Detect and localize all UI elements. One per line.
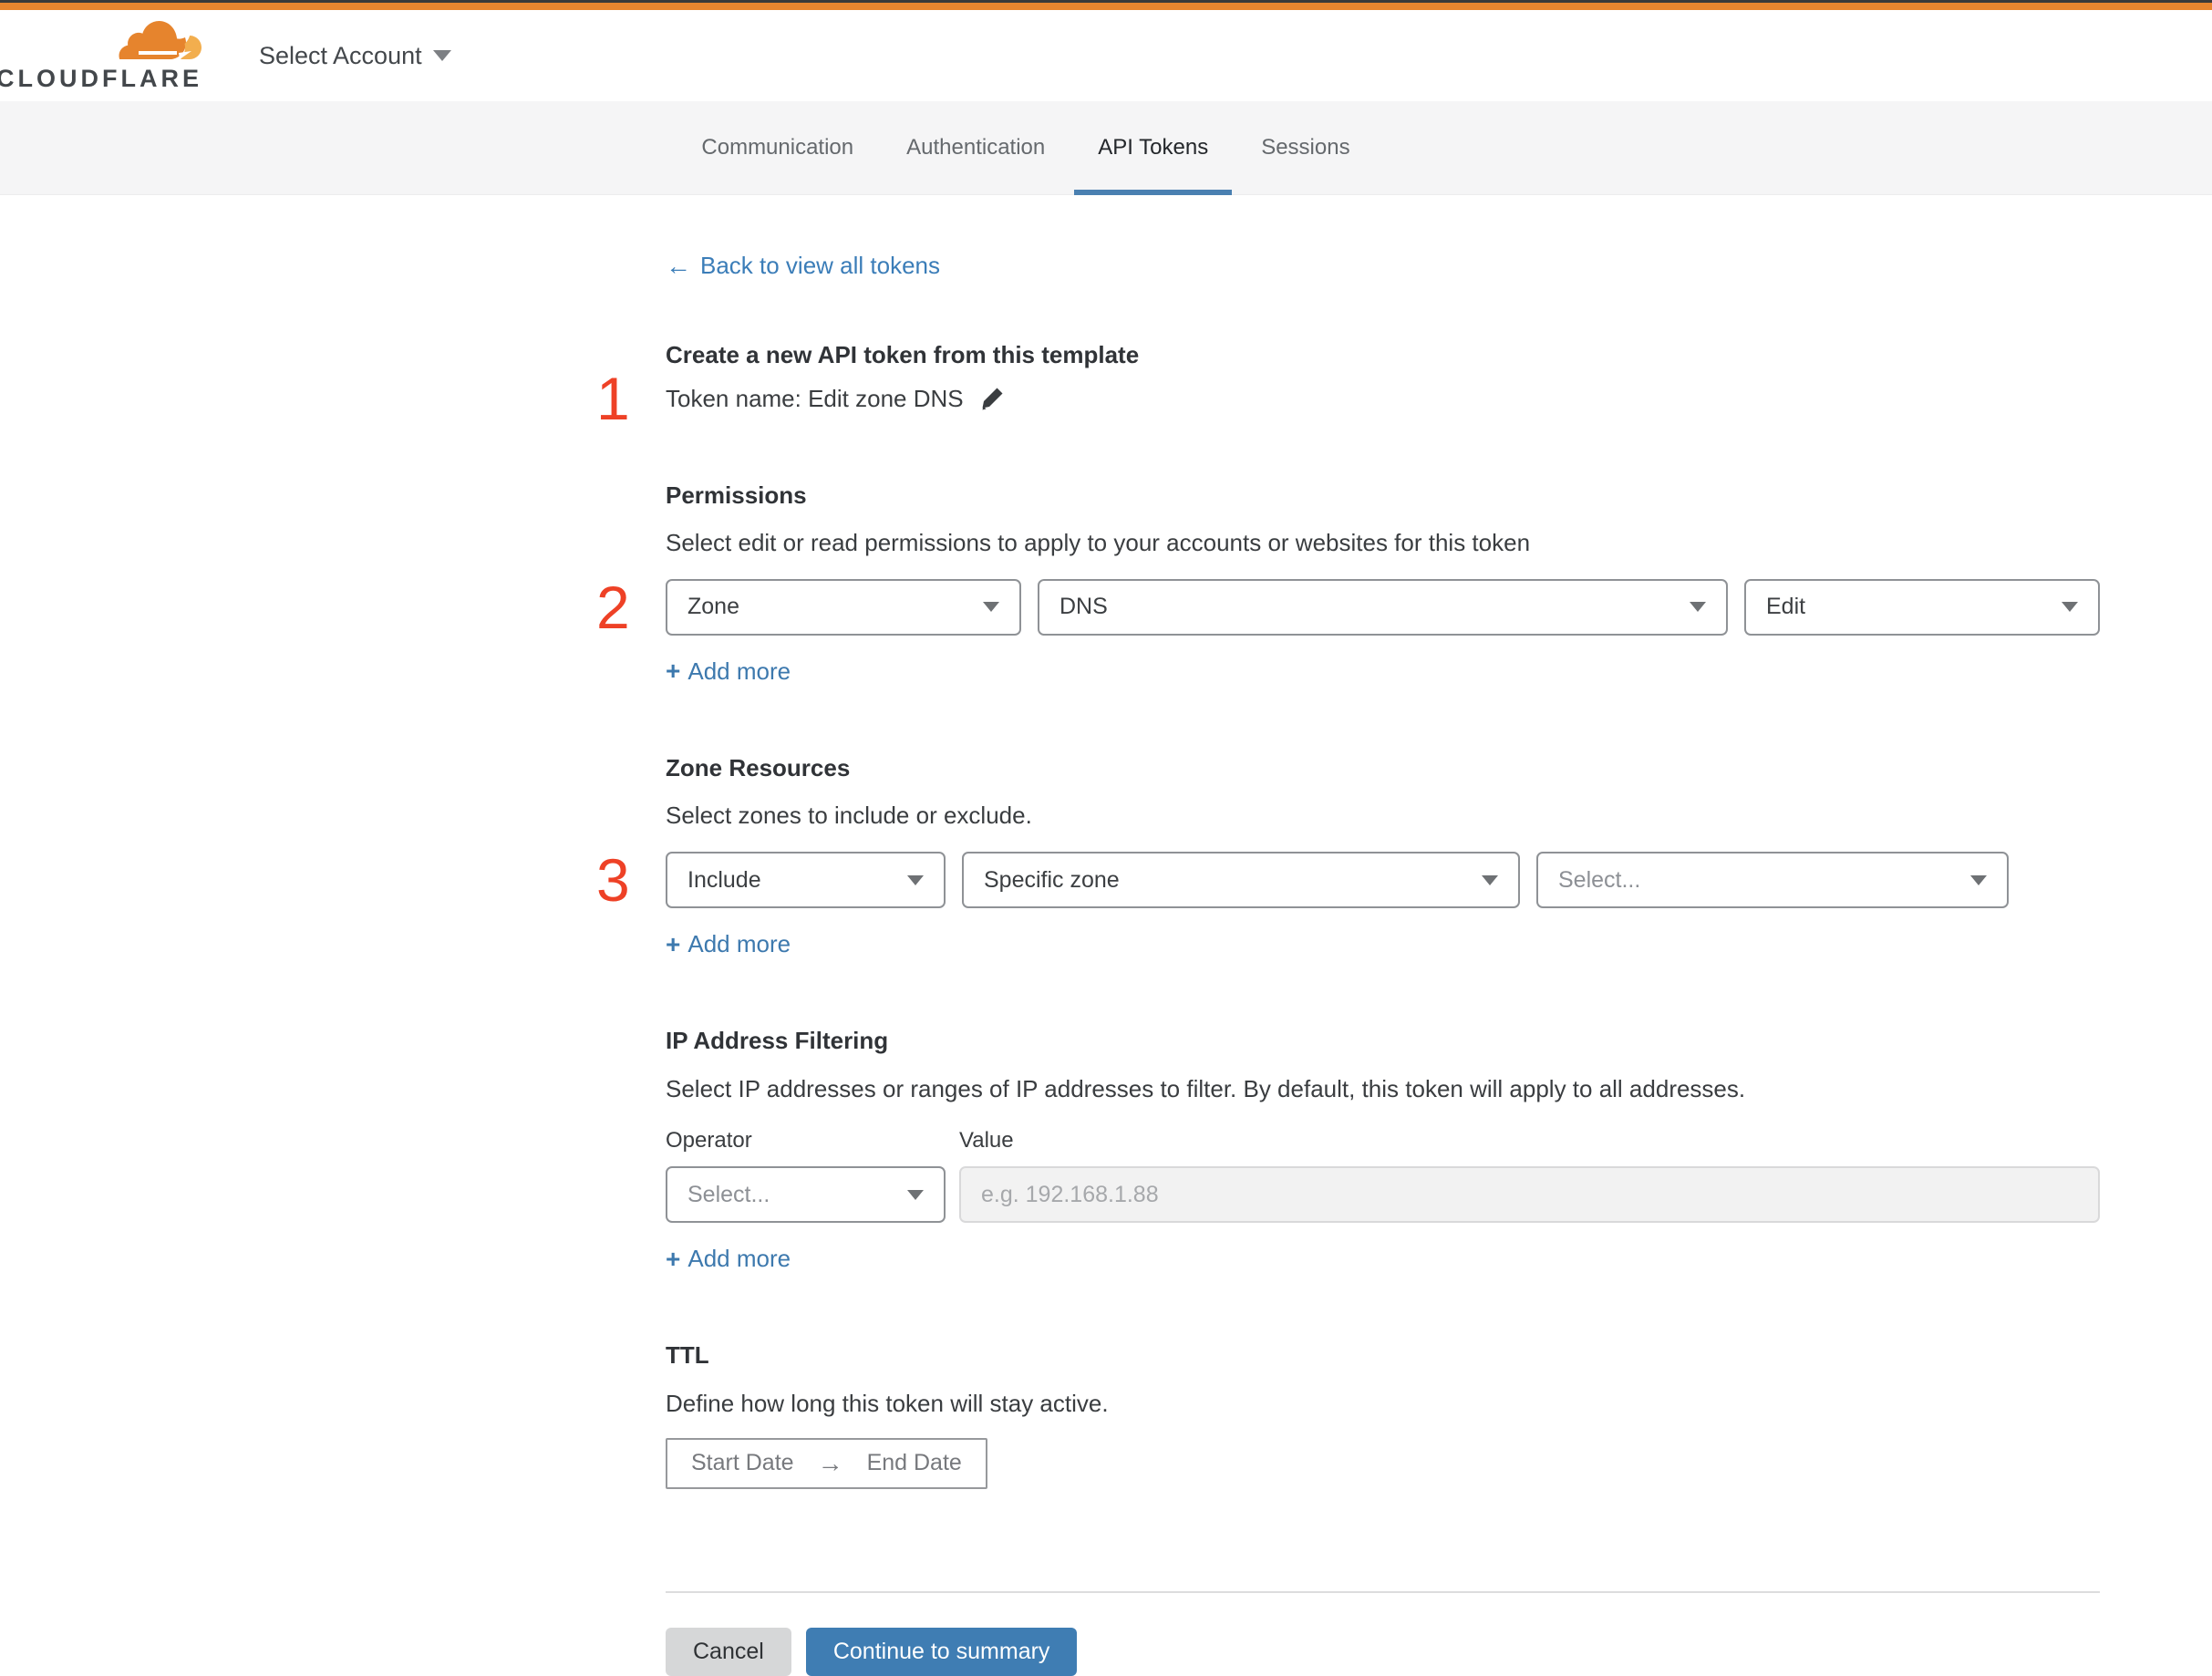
account-selector[interactable]: Select Account — [259, 42, 451, 70]
token-name-section: Create a new API token from this templat… — [596, 340, 2100, 429]
permission-level-dropdown[interactable]: Edit — [1744, 578, 2100, 636]
tab-authentication[interactable]: Authentication — [906, 101, 1045, 195]
cancel-button[interactable]: Cancel — [666, 1627, 791, 1676]
zone-include-dropdown[interactable]: Include — [666, 852, 946, 909]
zone-resources-description: Select zones to include or exclude. — [666, 802, 1032, 830]
ip-operator-dropdown[interactable]: Select... — [666, 1166, 946, 1224]
chevron-down-icon — [1970, 874, 1987, 885]
brand-orange-bar — [0, 3, 2212, 10]
zone-select-dropdown[interactable]: Select... — [1536, 852, 2009, 909]
chevron-down-icon — [1482, 874, 1498, 885]
cloudflare-cloud-icon — [119, 20, 202, 59]
token-name-row: 1 Token name: Edit zone DNS — [596, 368, 2100, 429]
permissions-description: Select edit or read permissions to apply… — [666, 529, 1531, 556]
end-date-label: End Date — [866, 1450, 962, 1476]
footer-actions: Cancel Continue to summary — [666, 1627, 2100, 1676]
arrow-right-icon: → — [817, 1448, 843, 1477]
value-label: Value — [959, 1128, 1014, 1154]
plus-icon: + — [666, 1244, 681, 1273]
back-arrow-icon: ← — [666, 251, 691, 280]
ip-filtering-add-more-link[interactable]: + Add more — [666, 1245, 791, 1273]
ip-filtering-section: IP Address Filtering Select IP addresses… — [666, 1026, 2100, 1273]
permissions-row: 2 Zone DNS Edit — [596, 577, 2100, 637]
plus-icon: + — [666, 929, 681, 958]
step-number-2: 2 — [596, 573, 630, 641]
ttl-description: Define how long this token will stay act… — [666, 1389, 1109, 1417]
ttl-heading: TTL — [666, 1341, 709, 1370]
chevron-down-icon — [907, 1189, 924, 1200]
zone-resources-row: 3 Include Specific zone Select... — [596, 850, 2100, 910]
ip-filtering-heading: IP Address Filtering — [666, 1027, 889, 1055]
create-token-heading: Create a new API token from this templat… — [666, 341, 1140, 368]
main-content: ← Back to view all tokens Create a new A… — [596, 195, 2100, 1676]
profile-tabbar: Communication Authentication API Tokens … — [0, 101, 2212, 195]
zone-resources-add-more-link[interactable]: + Add more — [666, 930, 791, 958]
ttl-section: TTL Define how long this token will stay… — [666, 1340, 2100, 1489]
zone-resources-heading: Zone Resources — [666, 753, 851, 781]
chevron-down-icon — [1690, 602, 1706, 613]
permissions-heading: Permissions — [666, 481, 807, 509]
chevron-down-icon — [2062, 602, 2078, 613]
permissions-add-more-link[interactable]: + Add more — [666, 657, 791, 686]
footer-divider — [666, 1590, 2100, 1593]
step-number-3: 3 — [596, 846, 630, 915]
account-selector-label: Select Account — [259, 41, 422, 69]
back-link-label: Back to view all tokens — [700, 252, 941, 279]
chevron-down-icon — [983, 602, 999, 613]
step-number-1: 1 — [596, 365, 630, 432]
operator-label: Operator — [666, 1128, 752, 1154]
ip-filtering-description: Select IP addresses or ranges of IP addr… — [666, 1074, 1746, 1102]
cloudflare-wordmark: CLOUDFLARE — [0, 64, 202, 92]
ip-value-input[interactable] — [959, 1166, 2100, 1224]
tab-sessions[interactable]: Sessions — [1261, 101, 1349, 195]
zone-resources-section: Zone Resources Select zones to include o… — [596, 753, 2100, 958]
ip-filtering-row: Select... — [666, 1166, 2100, 1224]
start-date-label: Start Date — [691, 1450, 794, 1476]
plus-icon: + — [666, 657, 681, 686]
permission-scope-dropdown[interactable]: Zone — [666, 578, 1021, 636]
chevron-down-icon — [432, 50, 451, 61]
back-to-tokens-link[interactable]: ← Back to view all tokens — [666, 252, 940, 280]
permission-group-dropdown[interactable]: DNS — [1038, 578, 1728, 636]
chevron-down-icon — [907, 874, 924, 885]
tab-api-tokens[interactable]: API Tokens — [1074, 101, 1233, 195]
tab-communication[interactable]: Communication — [701, 101, 853, 195]
continue-to-summary-button[interactable]: Continue to summary — [805, 1627, 1078, 1676]
ttl-date-range-picker[interactable]: Start Date → End Date — [666, 1437, 987, 1489]
zone-type-dropdown[interactable]: Specific zone — [962, 852, 1520, 909]
permissions-section: Permissions Select edit or read permissi… — [596, 481, 2100, 686]
token-name-text: Token name: Edit zone DNS — [666, 384, 964, 412]
ip-filtering-labels: Operator Value — [666, 1128, 2100, 1154]
edit-pencil-icon[interactable] — [978, 385, 1006, 412]
header: CLOUDFLARE Select Account — [0, 10, 2212, 101]
cloudflare-logo[interactable]: CLOUDFLARE — [0, 20, 202, 91]
